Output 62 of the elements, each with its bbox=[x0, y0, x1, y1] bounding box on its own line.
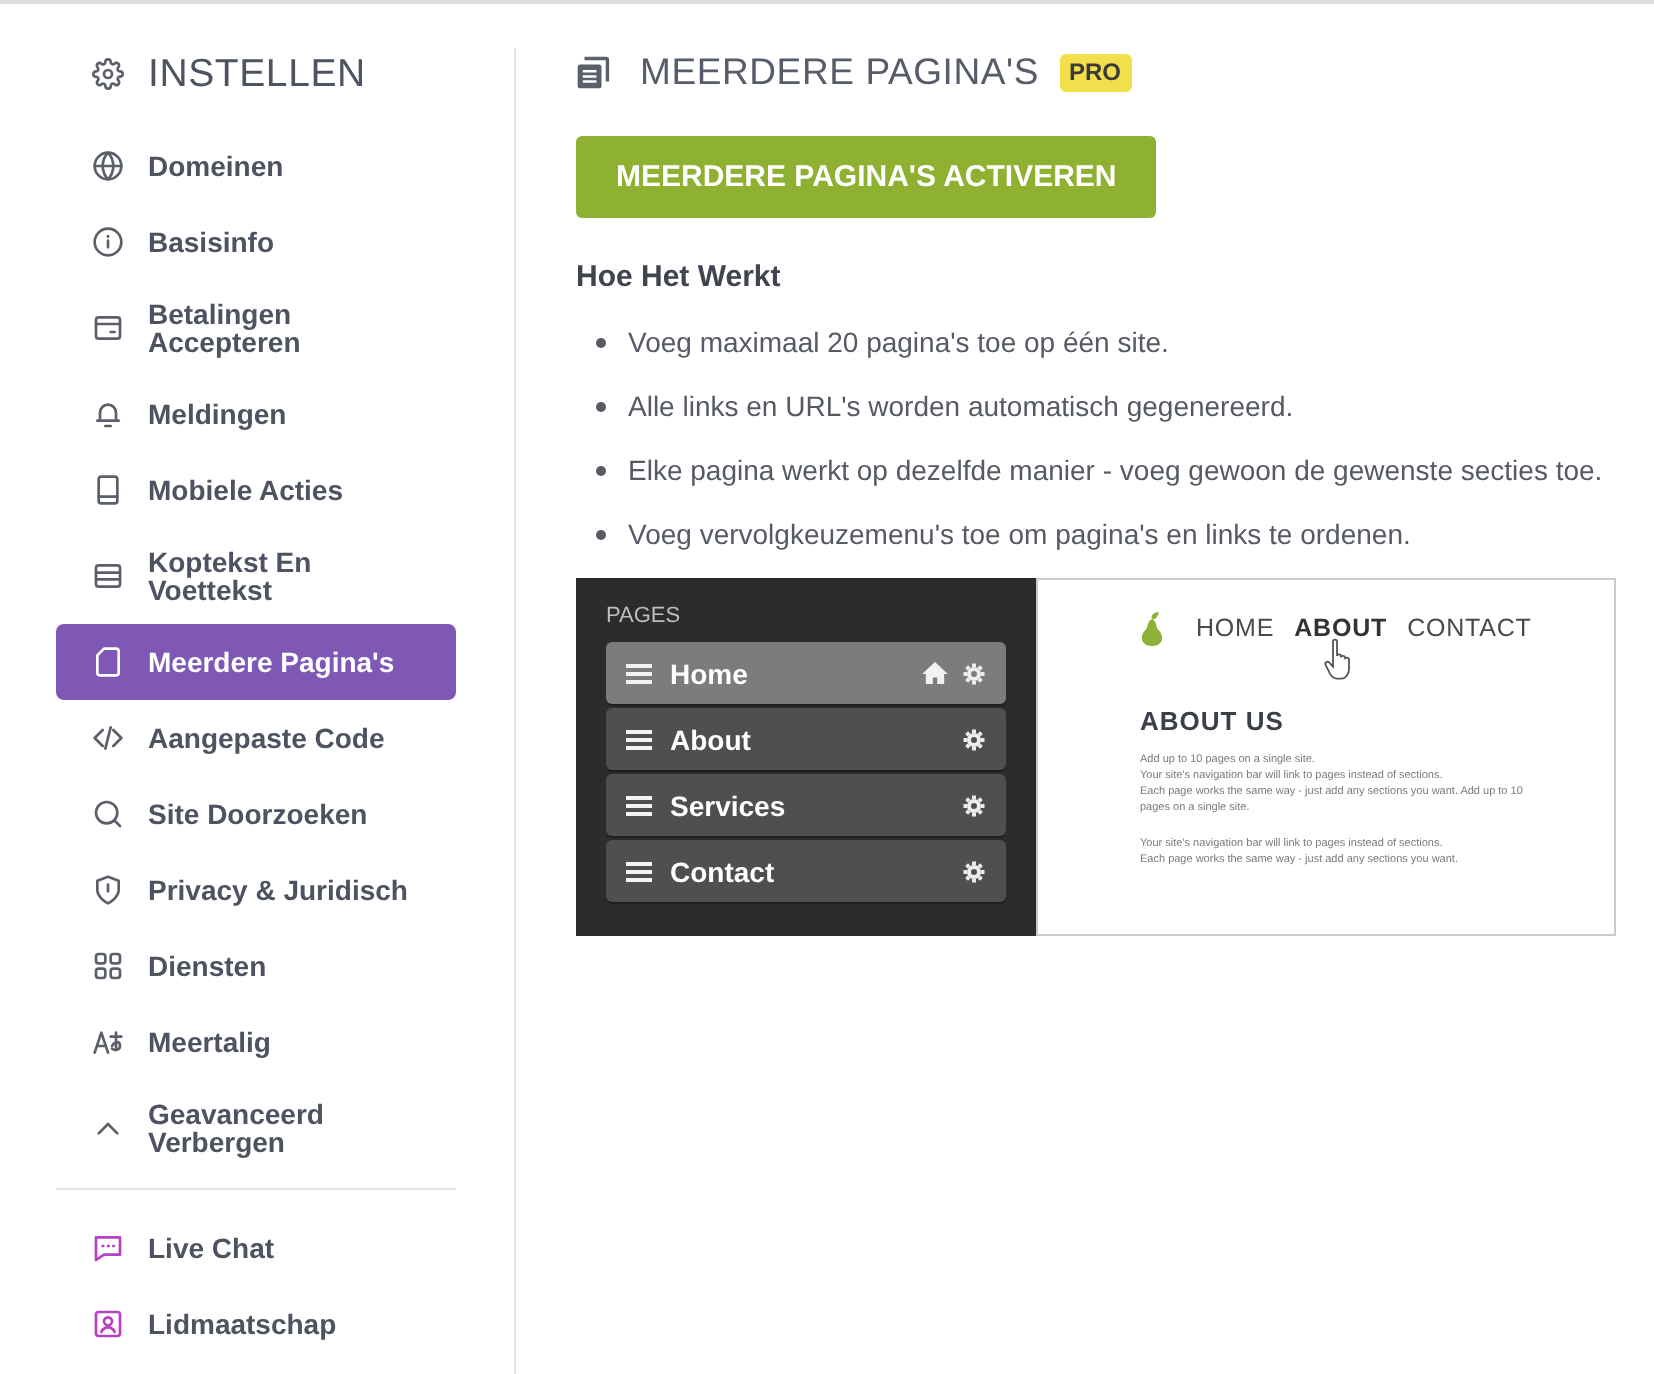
menu-icon bbox=[626, 729, 652, 749]
sidebar-item[interactable]: Aangepaste Code bbox=[56, 700, 456, 776]
sidebar-item[interactable]: Site Doorzoeken bbox=[56, 776, 456, 852]
bullet-icon bbox=[596, 529, 606, 539]
menu-icon bbox=[626, 861, 652, 881]
bullet-text: Elke pagina werkt op dezelfde manier - voeg gewoon de gewenste secties toe. bbox=[628, 452, 1603, 490]
translate-icon bbox=[92, 1026, 124, 1058]
pear-logo-icon bbox=[1140, 611, 1164, 645]
info-icon bbox=[92, 226, 124, 258]
page-name: Contact bbox=[670, 855, 777, 887]
settings-icon bbox=[92, 58, 124, 90]
preview-heading: ABOUT US bbox=[1140, 706, 1286, 736]
page-title: MEERDERE PAGINA'S bbox=[640, 50, 1039, 94]
sidebar-item[interactable]: Mobiele Acties bbox=[56, 452, 456, 528]
gear-icon bbox=[962, 661, 986, 685]
sidebar-item[interactable]: Meertalig bbox=[56, 1004, 456, 1080]
page-name: Home bbox=[670, 657, 750, 689]
preview-nav-text: CONTACT bbox=[1407, 614, 1532, 642]
sidebar-title: INSTELLEN bbox=[148, 50, 366, 100]
chat-icon bbox=[92, 1232, 124, 1264]
bullet-text: Voeg maximaal 20 pagina's toe op één site. bbox=[628, 324, 1169, 362]
panel-title: PAGES bbox=[606, 604, 681, 628]
sidebar-link[interactable]: Live Chat bbox=[56, 1210, 456, 1286]
gear-icon bbox=[962, 727, 986, 751]
bullet-icon bbox=[596, 337, 606, 347]
preview-nav-text: HOME bbox=[1196, 614, 1275, 642]
menu-icon bbox=[626, 663, 652, 683]
bullet-text: Voeg vervolgkeuzemenu's toe om pagina's en links te ordenen. bbox=[628, 516, 1411, 554]
sidebar-link[interactable]: Lidmaatschap bbox=[56, 1286, 456, 1362]
preview-nav-text: ABOUT bbox=[1294, 614, 1388, 642]
menu-icon bbox=[626, 795, 652, 815]
pro-badge: PRO bbox=[1059, 53, 1132, 91]
card-icon bbox=[92, 312, 124, 344]
layout-icon bbox=[92, 560, 124, 592]
bullet-text: Alle links en URL's worden automatisch gegenereerd. bbox=[628, 388, 1294, 426]
gear-icon bbox=[962, 859, 986, 883]
sidebar-item[interactable]: Betalingen Accepteren bbox=[56, 280, 456, 376]
sidebar-item[interactable]: Meerdere Pagina's bbox=[56, 624, 456, 700]
shield-icon bbox=[92, 874, 124, 906]
sidebar-item[interactable]: Meldingen bbox=[56, 376, 456, 452]
tablet-icon bbox=[92, 474, 124, 506]
sidebar-item[interactable]: Koptekst En Voettekst bbox=[56, 528, 456, 624]
bullet-icon bbox=[596, 401, 606, 411]
sidebar-item[interactable]: Diensten bbox=[56, 928, 456, 1004]
sidebar-item[interactable]: Domeinen bbox=[56, 128, 456, 204]
hand-cursor-icon bbox=[1324, 638, 1355, 680]
grid-icon bbox=[92, 950, 124, 982]
sidebar-item[interactable]: Privacy & Juridisch bbox=[56, 852, 456, 928]
gear-icon bbox=[962, 793, 986, 817]
bullet-icon bbox=[596, 465, 606, 475]
page-icon bbox=[92, 646, 124, 678]
globe-icon bbox=[92, 150, 124, 182]
person-card-icon bbox=[92, 1308, 124, 1340]
search-icon bbox=[92, 798, 124, 830]
sidebar-item[interactable]: Basisinfo bbox=[56, 204, 456, 280]
section-heading: Hoe Het Werkt bbox=[576, 258, 783, 298]
pages-icon bbox=[576, 55, 610, 89]
page-name: Services bbox=[670, 789, 788, 821]
page-name: About bbox=[670, 723, 753, 755]
bell-icon bbox=[92, 398, 124, 430]
code-icon bbox=[92, 722, 124, 754]
advanced-toggle[interactable]: Geavanceerd Verbergen bbox=[56, 1080, 456, 1176]
